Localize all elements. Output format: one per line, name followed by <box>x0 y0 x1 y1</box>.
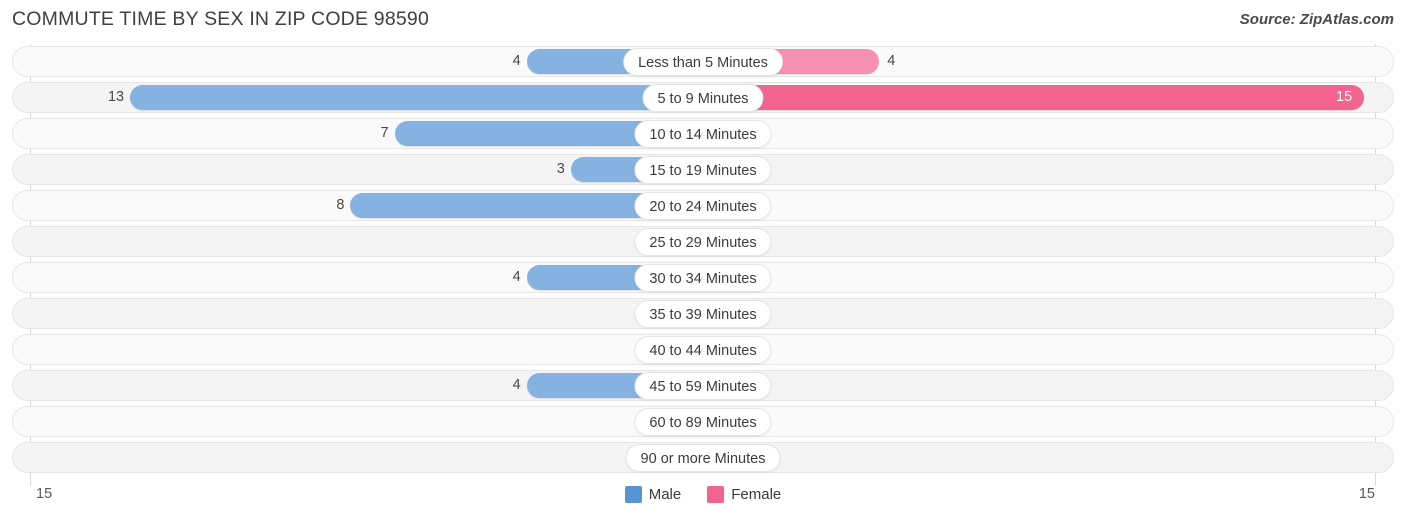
chart-row: 4045 to 59 Minutes <box>12 370 1394 401</box>
category-label: 30 to 34 Minutes <box>634 263 772 292</box>
legend-item[interactable]: Male <box>624 486 682 503</box>
row-bars: 0025 to 29 Minutes <box>12 226 1394 257</box>
row-bars: 3115 to 19 Minutes <box>12 154 1394 185</box>
bar-value-male: 4 <box>512 377 521 393</box>
bar-value-male: 7 <box>380 125 389 141</box>
legend-swatch-icon <box>624 486 642 503</box>
bar-value-male: 4 <box>512 269 521 285</box>
legend-label: Male <box>648 486 682 503</box>
row-bars: 7010 to 14 Minutes <box>12 118 1394 149</box>
chart-row: 8020 to 24 Minutes <box>12 190 1394 221</box>
chart-row: 0025 to 29 Minutes <box>12 226 1394 257</box>
chart-row: 0040 to 44 Minutes <box>12 334 1394 365</box>
row-bars: 13 15 5 to 9 Minutes <box>12 82 1394 113</box>
chart-plot-area: 4 4 Less than 5 Minutes 13 15 5 to 9 Minutes 7… <box>0 44 1406 486</box>
category-label: 90 or more Minutes <box>625 443 781 472</box>
chart-row: 4030 to 34 Minutes <box>12 262 1394 293</box>
category-label: 40 to 44 Minutes <box>634 335 772 364</box>
category-label: 25 to 29 Minutes <box>634 227 772 256</box>
row-bars: 0040 to 44 Minutes <box>12 334 1394 365</box>
bar-value-male: 13 <box>107 89 125 105</box>
chart-header: COMMUTE TIME BY SEX IN ZIP CODE 98590 So… <box>0 0 1406 44</box>
legend-swatch-icon <box>707 486 725 503</box>
chart-row: 13 15 5 to 9 Minutes <box>12 82 1394 113</box>
bar-female <box>703 85 1364 110</box>
bar-value-female: 15 <box>1336 89 1353 105</box>
row-bars: 4030 to 34 Minutes <box>12 262 1394 293</box>
category-label: 60 to 89 Minutes <box>634 407 772 436</box>
row-bars: 0060 to 89 Minutes <box>12 406 1394 437</box>
chart-legend: Male Female <box>0 486 1406 503</box>
chart-footer: 15 15 Male Female <box>0 478 1406 522</box>
chart-row: 7010 to 14 Minutes <box>12 118 1394 149</box>
chart-row: 0060 to 89 Minutes <box>12 406 1394 437</box>
chart-row: 0090 or more Minutes <box>12 442 1394 473</box>
page-title: COMMUTE TIME BY SEX IN ZIP CODE 98590 <box>12 8 430 30</box>
chart-row: 0035 to 39 Minutes <box>12 298 1394 329</box>
category-label: 35 to 39 Minutes <box>634 299 772 328</box>
bar-value-female: 4 <box>887 53 896 69</box>
row-bars: 8020 to 24 Minutes <box>12 190 1394 221</box>
bar-value-male: 4 <box>512 53 521 69</box>
source-attribution: Source: ZipAtlas.com <box>1239 11 1394 28</box>
row-bars: 4 4 Less than 5 Minutes <box>12 46 1394 77</box>
category-label: 15 to 19 Minutes <box>634 155 772 184</box>
category-label: 20 to 24 Minutes <box>634 191 772 220</box>
bar-male <box>130 85 703 110</box>
chart-row: 3115 to 19 Minutes <box>12 154 1394 185</box>
row-bars: 0090 or more Minutes <box>12 442 1394 473</box>
bar-value-male: 3 <box>556 161 565 177</box>
category-label: 45 to 59 Minutes <box>634 371 772 400</box>
category-label: 10 to 14 Minutes <box>634 119 772 148</box>
category-label: Less than 5 Minutes <box>623 47 783 76</box>
legend-item[interactable]: Female <box>707 486 781 503</box>
category-label: 5 to 9 Minutes <box>642 83 764 112</box>
row-bars: 0035 to 39 Minutes <box>12 298 1394 329</box>
legend-label: Female <box>731 486 782 503</box>
bar-value-male: 8 <box>336 197 345 213</box>
chart-row: 4 4 Less than 5 Minutes <box>12 46 1394 77</box>
row-bars: 4045 to 59 Minutes <box>12 370 1394 401</box>
